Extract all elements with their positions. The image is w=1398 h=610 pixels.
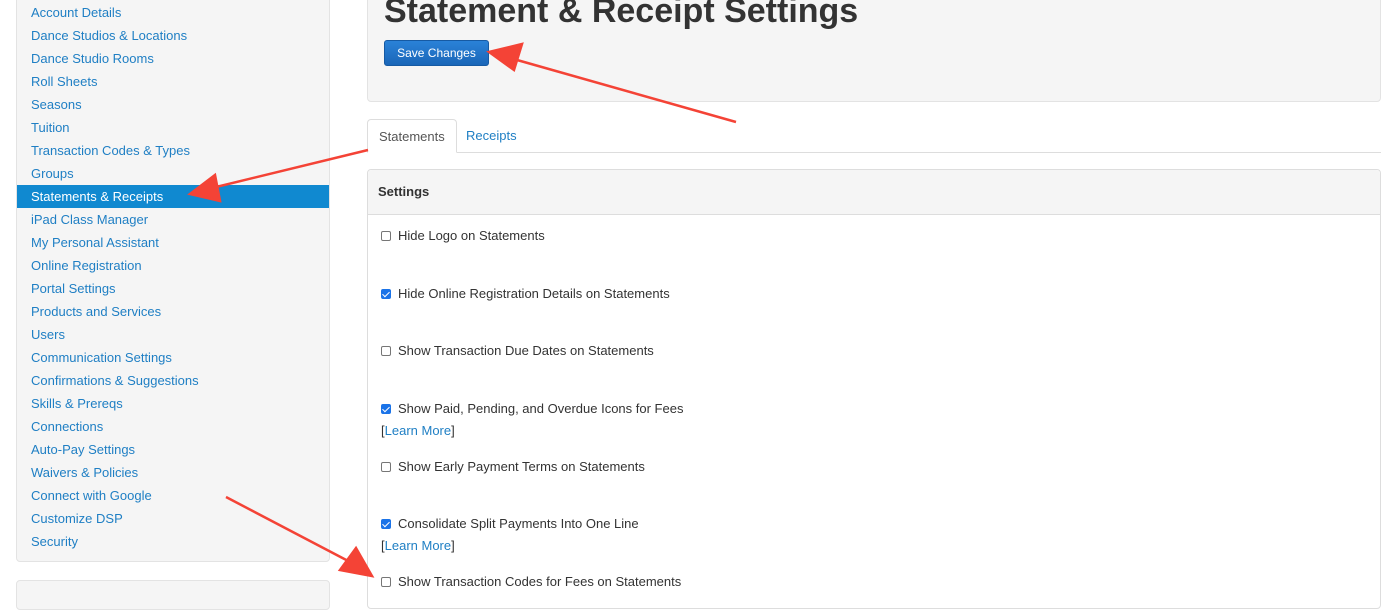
learn-more-fee-icons: [Learn More] bbox=[381, 423, 455, 438]
sidebar-item-waivers-policies[interactable]: Waivers & Policies bbox=[17, 461, 329, 484]
sidebar-item-portal-settings[interactable]: Portal Settings bbox=[17, 277, 329, 300]
option-hide-online-registration[interactable]: Hide Online Registration Details on Stat… bbox=[381, 286, 670, 301]
option-label: Consolidate Split Payments Into One Line bbox=[398, 516, 639, 531]
option-show-due-dates[interactable]: Show Transaction Due Dates on Statements bbox=[381, 343, 654, 358]
sidebar-item-tuition[interactable]: Tuition bbox=[17, 116, 329, 139]
sidebar-item-statements-receipts[interactable]: Statements & Receipts bbox=[17, 185, 329, 208]
settings-panel-heading: Settings bbox=[368, 170, 1380, 215]
sidebar-item-connections[interactable]: Connections bbox=[17, 415, 329, 438]
option-consolidate-split-payments[interactable]: Consolidate Split Payments Into One Line bbox=[381, 516, 639, 531]
settings-sidebar: Account Details Dance Studios & Locations… bbox=[16, 0, 330, 562]
sidebar-item-products-and-services[interactable]: Products and Services bbox=[17, 300, 329, 323]
sidebar-item-roll-sheets[interactable]: Roll Sheets bbox=[17, 70, 329, 93]
checkbox-show-fee-icons[interactable] bbox=[381, 404, 391, 414]
option-label: Show Transaction Due Dates on Statements bbox=[398, 343, 654, 358]
sidebar-item-security[interactable]: Security bbox=[17, 530, 329, 553]
option-label: Show Transaction Codes for Fees on State… bbox=[398, 574, 682, 589]
option-hide-logo[interactable]: Hide Logo on Statements bbox=[381, 228, 545, 243]
option-show-early-payment[interactable]: Show Early Payment Terms on Statements bbox=[381, 459, 645, 474]
sidebar-item-users[interactable]: Users bbox=[17, 323, 329, 346]
sidebar-nav-list: Account Details Dance Studios & Locations… bbox=[17, 1, 329, 553]
checkbox-show-early-payment[interactable] bbox=[381, 462, 391, 472]
option-label: Hide Logo on Statements bbox=[398, 228, 545, 243]
sidebar-item-ipad-class-manager[interactable]: iPad Class Manager bbox=[17, 208, 329, 231]
sidebar-item-communication-settings[interactable]: Communication Settings bbox=[17, 346, 329, 369]
tab-receipts[interactable]: Receipts bbox=[455, 119, 528, 153]
checkbox-consolidate-split-payments[interactable] bbox=[381, 519, 391, 529]
sidebar-item-groups[interactable]: Groups bbox=[17, 162, 329, 185]
checkbox-show-transaction-codes[interactable] bbox=[381, 577, 391, 587]
sidebar-item-connect-with-google[interactable]: Connect with Google bbox=[17, 484, 329, 507]
save-changes-button[interactable]: Save Changes bbox=[384, 40, 489, 66]
settings-tabs: Statements Receipts bbox=[367, 119, 1381, 153]
learn-more-split-payments: [Learn More] bbox=[381, 538, 455, 553]
sidebar-item-my-personal-assistant[interactable]: My Personal Assistant bbox=[17, 231, 329, 254]
checkbox-show-due-dates[interactable] bbox=[381, 346, 391, 356]
sidebar-item-confirmations-suggestions[interactable]: Confirmations & Suggestions bbox=[17, 369, 329, 392]
checkbox-hide-logo[interactable] bbox=[381, 231, 391, 241]
tab-statements[interactable]: Statements bbox=[367, 119, 457, 153]
sidebar-item-seasons[interactable]: Seasons bbox=[17, 93, 329, 116]
option-show-fee-icons[interactable]: Show Paid, Pending, and Overdue Icons fo… bbox=[381, 401, 683, 416]
option-label: Show Early Payment Terms on Statements bbox=[398, 459, 645, 474]
page-title: Statement & Receipt Settings bbox=[384, 0, 859, 30]
option-label: Hide Online Registration Details on Stat… bbox=[398, 286, 670, 301]
sidebar-item-dance-studio-rooms[interactable]: Dance Studio Rooms bbox=[17, 47, 329, 70]
learn-more-link[interactable]: Learn More bbox=[385, 423, 451, 438]
sidebar-item-skills-prereqs[interactable]: Skills & Prereqs bbox=[17, 392, 329, 415]
option-show-transaction-codes[interactable]: Show Transaction Codes for Fees on State… bbox=[381, 574, 681, 589]
sidebar-secondary-panel bbox=[16, 580, 330, 610]
checkbox-hide-online-registration[interactable] bbox=[381, 289, 391, 299]
settings-panel: Settings Hide Logo on Statements Hide On… bbox=[367, 169, 1381, 609]
sidebar-item-dance-studios-locations[interactable]: Dance Studios & Locations bbox=[17, 24, 329, 47]
sidebar-item-customize-dsp[interactable]: Customize DSP bbox=[17, 507, 329, 530]
sidebar-item-online-registration[interactable]: Online Registration bbox=[17, 254, 329, 277]
learn-more-link[interactable]: Learn More bbox=[385, 538, 451, 553]
option-label: Show Paid, Pending, and Overdue Icons fo… bbox=[398, 401, 684, 416]
sidebar-item-auto-pay-settings[interactable]: Auto-Pay Settings bbox=[17, 438, 329, 461]
sidebar-item-transaction-codes-types[interactable]: Transaction Codes & Types bbox=[17, 139, 329, 162]
sidebar-item-account-details[interactable]: Account Details bbox=[17, 1, 329, 24]
